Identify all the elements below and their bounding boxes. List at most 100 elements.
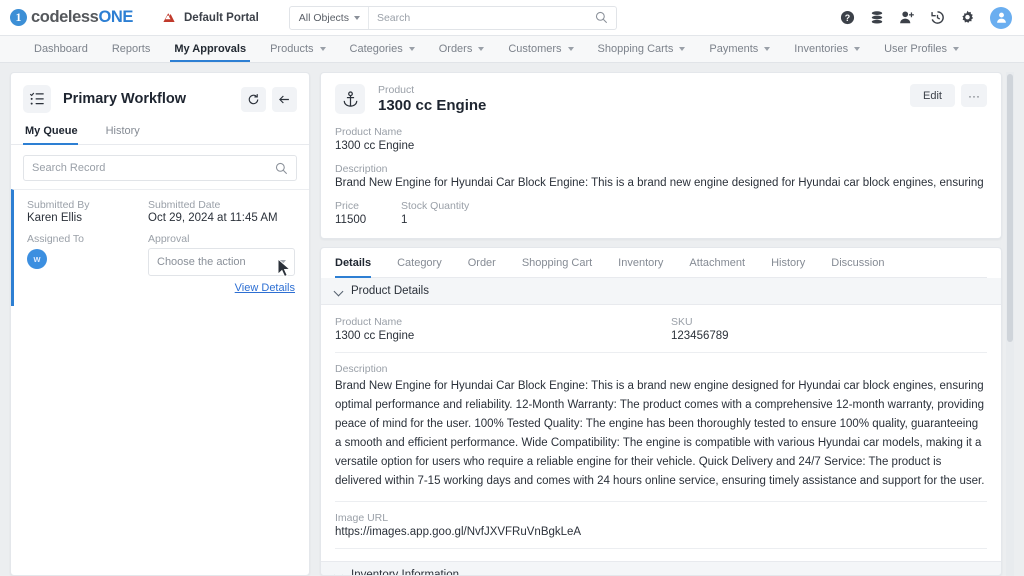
nav-item-inventories[interactable]: Inventories bbox=[782, 36, 872, 62]
summary-description: Description Brand New Engine for Hyundai… bbox=[335, 163, 987, 189]
description-label: Description bbox=[335, 163, 388, 175]
nav-item-user-profiles[interactable]: User Profiles bbox=[872, 36, 971, 62]
sku-label: SKU bbox=[671, 316, 693, 328]
nav-item-dashboard[interactable]: Dashboard bbox=[22, 36, 100, 62]
app-logo[interactable]: 1 codelessONE bbox=[10, 8, 133, 27]
nav-item-orders[interactable]: Orders bbox=[427, 36, 497, 62]
nav-item-label: Reports bbox=[111, 43, 151, 55]
edit-button[interactable]: Edit bbox=[910, 84, 955, 107]
record-tab-shopping-cart[interactable]: Shopping Cart bbox=[522, 248, 592, 277]
nav-item-label: Categories bbox=[349, 43, 403, 55]
record-search[interactable] bbox=[23, 155, 297, 181]
section-header-product-details[interactable]: Product Details bbox=[321, 278, 1001, 305]
nav-item-label: Orders bbox=[438, 43, 473, 55]
panel-actions bbox=[241, 86, 297, 112]
submitted-by-label: Submitted By bbox=[27, 199, 90, 211]
record-search-row bbox=[11, 145, 309, 189]
more-actions-button[interactable]: ··· bbox=[961, 84, 987, 107]
search-record-input[interactable] bbox=[32, 162, 275, 174]
nav-item-payments[interactable]: Payments bbox=[697, 36, 782, 62]
chevron-down-icon bbox=[278, 259, 286, 265]
approvals-panel: Primary Workflow My Queue History Search… bbox=[10, 72, 310, 576]
chevron-down-icon bbox=[335, 571, 344, 576]
nav-item-shopping-carts[interactable]: Shopping Carts bbox=[586, 36, 698, 62]
record-title: 1300 cc Engine bbox=[378, 97, 487, 114]
help-icon[interactable]: ? bbox=[840, 10, 855, 25]
anchor-icon bbox=[335, 84, 365, 114]
price-value: 11500 bbox=[335, 214, 367, 226]
record-tab-attachment[interactable]: Attachment bbox=[689, 248, 745, 277]
global-search[interactable]: All Objects bbox=[288, 5, 617, 30]
scrollbar-thumb[interactable] bbox=[1007, 74, 1013, 342]
chevron-down-icon bbox=[567, 47, 574, 51]
record-tab-discussion[interactable]: Discussion bbox=[831, 248, 884, 277]
detail-product-name: Product Name 1300 cc Engine bbox=[335, 316, 671, 342]
nav-item-label: Payments bbox=[709, 43, 759, 55]
header-icon-group: ? bbox=[840, 6, 1012, 29]
queue-row-submitter: Submitted By Karen Ellis Submitted Date … bbox=[27, 199, 295, 224]
section-body-product-details: Product Name 1300 cc Engine SKU 12345678… bbox=[321, 305, 1001, 561]
record-tab-details[interactable]: Details bbox=[335, 248, 372, 278]
portal-selector[interactable]: Default Portal bbox=[161, 11, 259, 25]
product-name-label: Product Name bbox=[335, 316, 403, 328]
record-header-top: Product 1300 cc Engine Edit ··· bbox=[335, 84, 987, 115]
top-header: 1 codelessONE Default Portal All Objects… bbox=[0, 0, 1024, 36]
nav-item-reports[interactable]: Reports bbox=[100, 36, 163, 62]
approval-action-select[interactable]: Choose the action bbox=[148, 248, 295, 276]
nav-item-my-approvals[interactable]: My Approvals bbox=[162, 36, 258, 62]
search-scope-dropdown[interactable]: All Objects bbox=[290, 6, 369, 29]
queue-list-item[interactable]: Submitted By Karen Ellis Submitted Date … bbox=[11, 189, 309, 306]
logo-text: codelessONE bbox=[31, 8, 133, 27]
record-tab-inventory[interactable]: Inventory bbox=[618, 248, 663, 277]
svg-text:?: ? bbox=[845, 13, 850, 23]
user-avatar[interactable] bbox=[990, 6, 1012, 29]
nav-item-categories[interactable]: Categories bbox=[338, 36, 427, 62]
record-tab-category[interactable]: Category bbox=[397, 248, 442, 277]
approval-label: Approval bbox=[148, 233, 190, 245]
record-tab-order[interactable]: Order bbox=[468, 248, 496, 277]
database-icon[interactable] bbox=[870, 10, 884, 25]
summary-price-stock: Price 11500 Stock Quantity 1 bbox=[335, 200, 987, 226]
search-input[interactable] bbox=[368, 11, 595, 24]
back-button[interactable] bbox=[272, 86, 297, 112]
search-icon[interactable] bbox=[275, 162, 288, 175]
workflow-title: Primary Workflow bbox=[63, 91, 187, 107]
chevron-down-icon bbox=[353, 15, 360, 20]
app-root: 1 codelessONE Default Portal All Objects… bbox=[0, 0, 1024, 576]
submitted-date-label: Submitted Date bbox=[148, 199, 221, 211]
record-header-meta: Product 1300 cc Engine bbox=[378, 84, 486, 115]
product-name-value: 1300 cc Engine bbox=[335, 140, 415, 152]
nav-item-customers[interactable]: Customers bbox=[496, 36, 585, 62]
view-details-link[interactable]: View Details bbox=[148, 282, 295, 294]
detail-scrollbar[interactable] bbox=[1006, 72, 1014, 576]
stock-field: Stock Quantity 1 bbox=[401, 200, 601, 226]
submitted-date-value: Oct 29, 2024 at 11:45 AM bbox=[148, 212, 278, 224]
section-title: Inventory Information bbox=[351, 569, 460, 576]
divider bbox=[335, 352, 987, 353]
section-header-inventory-information[interactable]: Inventory Information bbox=[321, 561, 1001, 576]
record-tab-history[interactable]: History bbox=[771, 248, 805, 277]
queue-row-approval: Assigned To w Approval Choose the action… bbox=[27, 233, 295, 294]
refresh-button[interactable] bbox=[241, 86, 266, 112]
add-user-icon[interactable] bbox=[899, 10, 915, 25]
detail-description: Description Brand New Engine for Hyundai… bbox=[335, 363, 987, 491]
gear-icon[interactable] bbox=[960, 10, 975, 25]
nav-item-products[interactable]: Products bbox=[258, 36, 337, 62]
nav-item-label: Dashboard bbox=[34, 43, 88, 55]
detail-sku: SKU 123456789 bbox=[671, 316, 987, 342]
approvals-tab-history[interactable]: History bbox=[104, 121, 150, 144]
sku-value: 123456789 bbox=[671, 330, 729, 342]
portal-logo-icon bbox=[163, 12, 175, 22]
submitted-date-field: Submitted Date Oct 29, 2024 at 11:45 AM bbox=[148, 199, 295, 224]
nav-item-label: Shopping Carts bbox=[597, 43, 674, 55]
detail-row-name-sku: Product Name 1300 cc Engine SKU 12345678… bbox=[335, 316, 987, 342]
approvals-tab-my-queue[interactable]: My Queue bbox=[23, 121, 88, 145]
chevron-down-icon bbox=[319, 47, 326, 51]
divider bbox=[335, 501, 987, 502]
assignee-avatar[interactable]: w bbox=[27, 249, 47, 269]
refresh-icon bbox=[248, 93, 259, 104]
search-icon[interactable] bbox=[595, 11, 608, 24]
submitted-by-field: Submitted By Karen Ellis bbox=[27, 199, 148, 224]
history-icon[interactable] bbox=[930, 10, 945, 25]
